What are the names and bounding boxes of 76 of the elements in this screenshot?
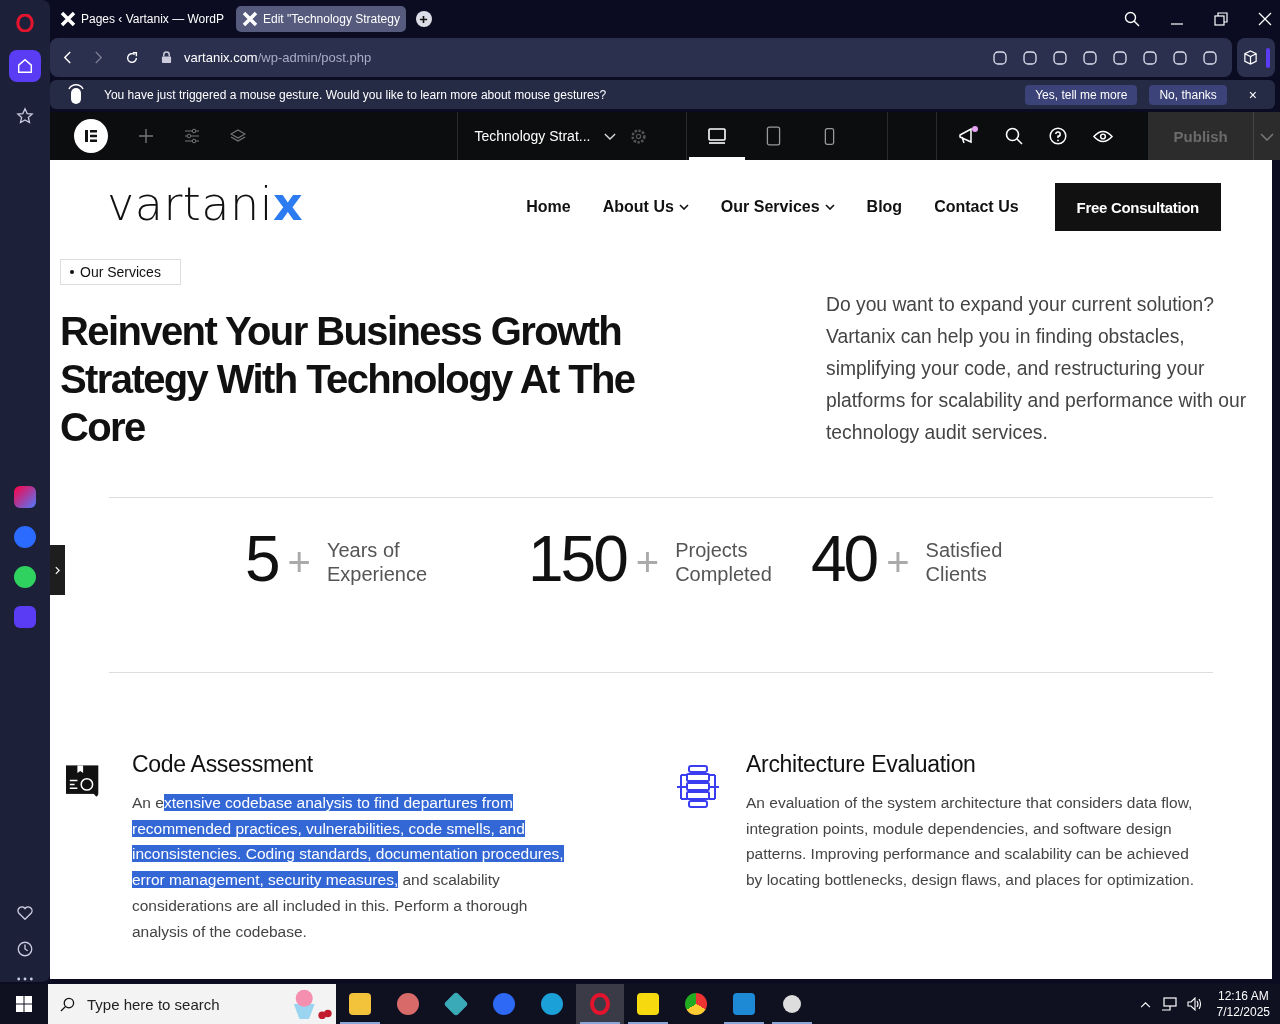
site-favicon-icon [60, 11, 76, 27]
clock-time[interactable]: 12:16 AM [1217, 988, 1269, 1004]
nav-link[interactable]: Contact Us [934, 198, 1019, 216]
clock-icon[interactable] [16, 940, 34, 958]
elementor-logo-icon[interactable] [74, 119, 108, 153]
stat-label: Years of Experience [326, 538, 427, 586]
stat-number: 5 [245, 522, 278, 596]
home-icon[interactable] [9, 50, 41, 82]
stat-label: Satisfied Clients [925, 538, 1003, 586]
nav-link[interactable]: Blog [866, 198, 903, 216]
search-icon[interactable] [1004, 127, 1023, 145]
layers-icon[interactable] [230, 128, 246, 144]
stat-plus: + [886, 539, 910, 585]
search-input[interactable]: Type here to search [85, 994, 273, 1014]
cube-icon [1242, 50, 1258, 65]
chevron-down-icon [678, 204, 689, 210]
taskbar-search-field[interactable]: Type here to search [48, 984, 336, 1024]
address-bar[interactable]: vartanix.com/wp-admin/post.php [50, 38, 1232, 77]
notification-message: You have just triggered a mouse gesture. Would you like to learn more about mouse gestures? [104, 87, 607, 102]
server-icon [676, 765, 720, 809]
page-title[interactable]: Technology Strat... [474, 128, 591, 144]
lock-icon [161, 51, 172, 64]
search-icon[interactable] [60, 996, 75, 1012]
back-icon[interactable] [63, 51, 72, 64]
chrome-icon [685, 993, 707, 1015]
service-description: An extensive codebase analysis to find departures from recommended practices, vulnerabilities, code smells, and inconsistencies. Coding standards, documentation procedures, error management, security measures, and scalability considerations are all included in this. Perform a thorough analysis of the codebase. [132, 793, 565, 942]
clock-date[interactable]: 7/12/2025 [1216, 1004, 1270, 1020]
sticky-note-icon [637, 993, 659, 1015]
browser-tab[interactable]: Pages ‹ Vartanix — WordP [54, 6, 230, 32]
nav-link[interactable]: About Us [602, 198, 689, 216]
chevron-up-icon[interactable] [1139, 1000, 1151, 1008]
help-icon[interactable] [1048, 127, 1067, 145]
opera-icon [590, 993, 610, 1015]
sliders-icon[interactable] [184, 128, 200, 144]
chevron-down-icon[interactable] [604, 132, 617, 140]
notification-button[interactable]: Yes, tell me more [1025, 84, 1138, 105]
search-icon[interactable] [1124, 11, 1140, 27]
close-button[interactable]: × [1246, 86, 1259, 103]
section-tag: Our Services [60, 259, 181, 285]
browser-tab[interactable]: Edit "Technology Strategy [235, 6, 406, 32]
more-icon[interactable] [16, 976, 34, 982]
close-icon[interactable] [1258, 12, 1272, 26]
add-icon[interactable] [138, 128, 154, 144]
stat-plus: + [635, 539, 660, 585]
url-text: vartanix.com/wp-admin/post.php [184, 50, 372, 65]
forward-icon[interactable] [94, 51, 103, 64]
megaphone-icon[interactable] [956, 126, 979, 146]
reload-icon[interactable] [125, 50, 139, 65]
stat-plus: + [287, 539, 311, 585]
stat-number: 40 [811, 522, 877, 596]
free-consultation-button[interactable]: Free Consultation [1054, 183, 1221, 231]
chevron-right-icon [55, 565, 60, 575]
site-favicon-icon [241, 11, 258, 27]
new-tab-icon[interactable] [415, 11, 432, 27]
service-title: Architecture Evaluation [746, 751, 977, 778]
panel-toggle-button[interactable] [50, 545, 65, 595]
nav-link[interactable]: Our Services [720, 198, 835, 216]
stat-label: Projects Completed [675, 538, 772, 586]
chevron-down-icon [824, 204, 835, 210]
service-description: An evaluation of the system architecture that considers data flow, integration points, module dependencies, and software design patterns. Improving performance and scalability can be achieved by locating bottlenecks, design flaws, and places for optimization. [746, 793, 1196, 891]
chevron-down-icon [1260, 132, 1274, 141]
service-title: Code Assessment [132, 751, 314, 778]
mouse-icon [66, 82, 86, 107]
preview-eye-icon[interactable] [1092, 129, 1113, 143]
app-icon[interactable] [14, 486, 36, 508]
opera-logo-icon[interactable] [16, 14, 34, 32]
notification-button[interactable]: No, thanks [1149, 84, 1227, 105]
hero-heading: Reinvent Your Business Growth Strategy With Technology At The Core [60, 308, 636, 451]
nav-link[interactable]: Home [526, 198, 571, 216]
network-icon[interactable] [1160, 997, 1177, 1011]
hero-intro-text: Do you want to expand your current solution? Vartanix can help you in finding obstacles, simplifying your code, and restructuring your platforms for scalability and performance with our technology audit services. [826, 293, 1248, 445]
stat-number: 150 [528, 522, 626, 596]
restore-icon[interactable] [1214, 12, 1228, 26]
vartanix-logo[interactable]: vartanix [107, 177, 304, 231]
volume-icon[interactable] [1186, 997, 1203, 1011]
extensions-button[interactable] [1237, 38, 1275, 77]
